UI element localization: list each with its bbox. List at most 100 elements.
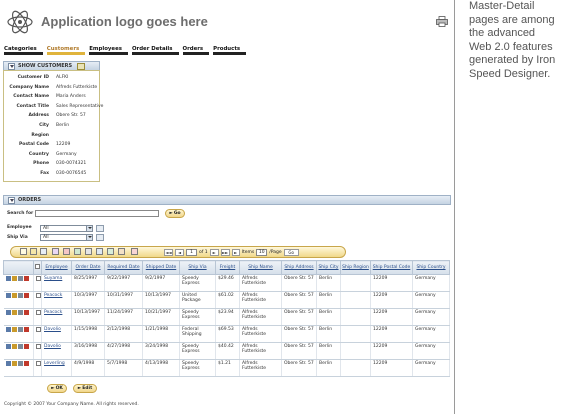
- table-row[interactable]: Leverling 4/9/1998 5/7/1998 4/13/1998 Speedy…: [3, 359, 450, 377]
- cell-employee[interactable]: Peacock: [41, 308, 72, 326]
- menu-tab-categories[interactable]: Categories: [4, 46, 43, 55]
- menu-tab-employees[interactable]: Employees: [89, 46, 128, 55]
- employee-selected-value: All: [43, 226, 49, 231]
- delete-icon[interactable]: [23, 276, 29, 281]
- search-go-button[interactable]: ► Go: [165, 209, 185, 218]
- column-header-shipped-date[interactable]: Shipped Date: [142, 260, 180, 275]
- column-header-ship-name[interactable]: Ship Name: [239, 260, 282, 275]
- edit-button[interactable]: ► Edit: [73, 384, 97, 393]
- view-icon[interactable]: [5, 327, 11, 332]
- cell-ship-address: Obere Str. 57: [281, 342, 317, 360]
- copy-record-icon[interactable]: [40, 248, 47, 255]
- excel-export-icon[interactable]: [74, 248, 81, 255]
- delete-icon[interactable]: [23, 361, 29, 366]
- table-row[interactable]: Davolio 3/16/1998 4/27/1998 3/24/1998 Speedy…: [3, 342, 450, 360]
- row-checkbox[interactable]: [36, 310, 41, 315]
- word-export-icon[interactable]: [85, 248, 92, 255]
- view-icon[interactable]: [5, 361, 11, 366]
- column-header-freight[interactable]: Freight: [215, 260, 240, 275]
- field-label: Phone: [33, 161, 49, 167]
- menu-tab-orders[interactable]: Orders: [182, 46, 210, 55]
- collapse-icon[interactable]: [8, 62, 15, 70]
- column-header-employee[interactable]: Employee: [41, 260, 72, 275]
- select-all-checkbox[interactable]: [35, 264, 40, 269]
- copy-icon[interactable]: [17, 361, 23, 366]
- column-header-ship-via[interactable]: Ship Via: [179, 260, 216, 275]
- refresh-icon[interactable]: [107, 248, 114, 255]
- copy-icon[interactable]: [17, 310, 23, 315]
- column-header-ship-country[interactable]: Ship Country: [412, 260, 450, 275]
- view-icon[interactable]: [5, 310, 11, 315]
- previous-page-button[interactable]: ◄: [175, 248, 184, 256]
- cell-employee[interactable]: Davolio: [41, 342, 72, 360]
- employee-filter-select[interactable]: All: [40, 225, 93, 232]
- ok-button[interactable]: ► OK: [47, 384, 67, 393]
- import-icon[interactable]: [96, 248, 103, 255]
- row-checkbox[interactable]: [36, 344, 41, 349]
- row-checkbox[interactable]: [36, 361, 41, 366]
- copy-icon[interactable]: [17, 276, 23, 281]
- field-label: Country: [28, 151, 49, 157]
- table-row[interactable]: Peacock 10/3/1997 10/31/1997 10/13/1997 Unit…: [3, 291, 450, 309]
- column-header-ship-address[interactable]: Ship Address: [281, 260, 317, 275]
- next-page-button[interactable]: ►: [209, 248, 219, 256]
- delete-icon[interactable]: [23, 344, 29, 349]
- delete-icon[interactable]: [23, 293, 29, 298]
- last-page-button[interactable]: ►►: [220, 248, 230, 256]
- row-checkbox[interactable]: [36, 327, 41, 332]
- field-value: 12209: [56, 142, 71, 148]
- delete-icon[interactable]: [23, 310, 29, 315]
- menu-tab-products[interactable]: Products: [213, 46, 247, 55]
- cell-shipped-date: 10/21/1997: [142, 308, 180, 326]
- cell-employee[interactable]: Leverling: [41, 359, 72, 377]
- copy-icon[interactable]: [17, 327, 23, 332]
- page-number-input[interactable]: 1: [186, 248, 197, 256]
- menu-tab-order-details[interactable]: Order Details: [131, 46, 179, 55]
- row-checkbox[interactable]: [36, 293, 41, 298]
- edit-icon[interactable]: [11, 361, 17, 366]
- page-size-go-button[interactable]: Go: [283, 248, 299, 256]
- copy-icon[interactable]: [17, 293, 23, 298]
- view-icon[interactable]: [5, 344, 11, 349]
- pdf-export-icon[interactable]: [63, 248, 70, 255]
- view-icon[interactable]: [5, 293, 11, 298]
- menu-tab-customers[interactable]: Customers: [46, 46, 86, 55]
- first-page-button[interactable]: ◄◄: [164, 248, 173, 256]
- new-record-icon[interactable]: [20, 248, 27, 255]
- delete-icon[interactable]: [23, 327, 29, 332]
- edit-icon[interactable]: [11, 310, 17, 315]
- edit-icon[interactable]: [11, 327, 17, 332]
- delete-icon[interactable]: [52, 248, 59, 255]
- collapse-icon[interactable]: [8, 196, 15, 204]
- column-header-ship-region[interactable]: Ship Region: [340, 260, 371, 275]
- row-select-cell: [33, 325, 42, 343]
- edit-icon[interactable]: [11, 344, 17, 349]
- page-size-input[interactable]: 10: [256, 248, 268, 256]
- column-header-ship-postal-code[interactable]: Ship Postal Code: [370, 260, 413, 275]
- cell-employee[interactable]: Peacock: [41, 291, 72, 309]
- edit-record-icon[interactable]: [30, 248, 37, 255]
- edit-icon[interactable]: [11, 293, 17, 298]
- table-row[interactable]: Davolio 1/15/1998 2/12/1998 1/21/1998 Federa…: [3, 325, 450, 343]
- printer-icon[interactable]: [436, 16, 448, 27]
- filter-options-icon[interactable]: [96, 234, 104, 241]
- table-row[interactable]: Suyama 8/25/1997 9/22/1997 9/2/1997 Speedy E…: [3, 274, 450, 292]
- save-icon[interactable]: [131, 248, 138, 255]
- table-row[interactable]: Peacock 10/13/1997 11/24/1997 10/21/1997 Spe…: [3, 308, 450, 326]
- shipvia-filter-select[interactable]: All: [40, 234, 93, 241]
- copy-icon[interactable]: [17, 344, 23, 349]
- edit-icon[interactable]: [11, 276, 17, 281]
- reset-icon[interactable]: [118, 248, 125, 255]
- select-all-header[interactable]: [33, 260, 42, 275]
- cell-employee[interactable]: Davolio: [41, 325, 72, 343]
- edit-icon[interactable]: [77, 62, 86, 70]
- row-checkbox[interactable]: [36, 276, 41, 281]
- filter-options-icon[interactable]: [96, 225, 104, 232]
- page-go-button[interactable]: ►: [231, 248, 240, 256]
- column-header-required-date[interactable]: Required Date: [104, 260, 143, 275]
- search-input[interactable]: [35, 210, 159, 217]
- view-icon[interactable]: [5, 276, 11, 281]
- cell-employee[interactable]: Suyama: [41, 274, 72, 292]
- column-header-ship-city[interactable]: Ship City: [316, 260, 341, 275]
- column-header-order-date[interactable]: Order Date: [71, 260, 105, 275]
